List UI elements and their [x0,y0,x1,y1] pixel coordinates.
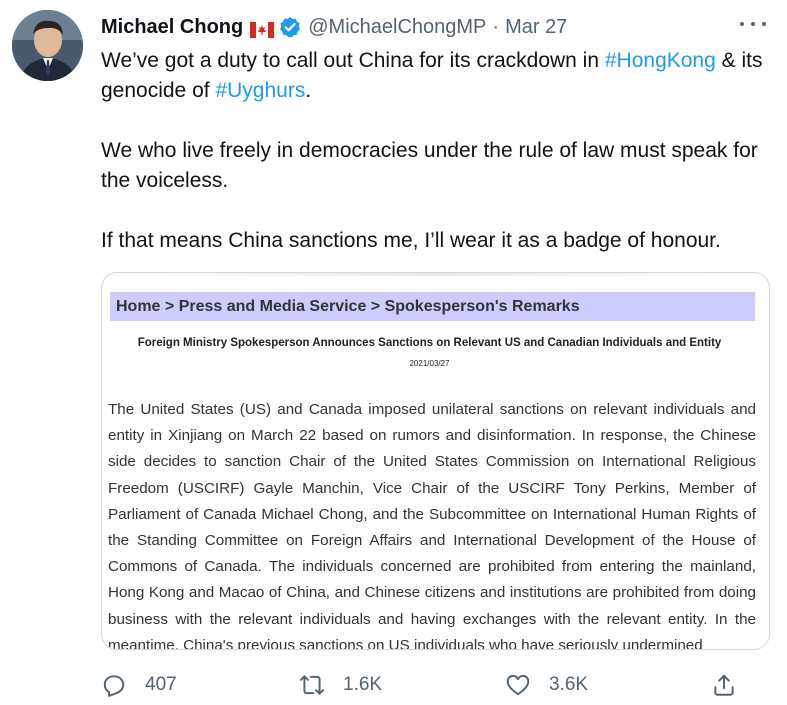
author-handle[interactable]: @MichaelChongMP [308,14,486,40]
tweet-paragraph-3: If that means China sanctions me, I’ll w… [101,229,721,252]
media-document-title: Foreign Ministry Spokesperson Announces … [137,337,722,349]
tweet-header: Michael Chong @MichaelChongMP · Mar 27 [101,12,567,42]
media-top-edge [102,273,769,276]
retweet-icon [299,675,325,695]
hashtag-hongkong-link[interactable]: #HongKong [605,49,716,72]
tweet-date[interactable]: Mar 27 [505,14,567,40]
reply-button[interactable]: 407 [101,668,177,702]
retweet-count: 1.6K [343,674,383,695]
share-icon [714,674,734,696]
tweet-paragraph-1: We’ve got a duty to call out China for i… [101,46,781,106]
reply-count: 407 [145,674,177,695]
tweet-media-image[interactable]: Home > Press and Media Service > Spokesp… [101,272,770,650]
canada-flag-icon [250,19,275,38]
like-count: 3.6K [549,674,589,695]
media-breadcrumb: Home > Press and Media Service > Spokesp… [110,292,755,321]
author-display-name[interactable]: Michael Chong [101,14,243,40]
avatar[interactable] [12,10,83,81]
share-button[interactable] [711,668,737,702]
tweet-actions: 407 1.6K 3.6K [101,668,741,702]
like-button[interactable]: 3.6K [505,668,588,702]
reply-icon [103,675,125,697]
media-document-body: The United States (US) and Canada impose… [108,401,756,650]
retweet-button[interactable]: 1.6K [299,668,382,702]
heart-icon [506,674,530,696]
more-options-icon[interactable] [740,16,766,32]
tweet-text-segment: We’ve got a duty to call out China for i… [101,49,605,72]
verified-badge-icon [279,16,301,38]
hashtag-uyghurs-link[interactable]: #Uyghurs [215,79,305,102]
media-document-date: 2021/03/27 [409,359,450,368]
tweet-text-segment: . [305,79,312,102]
tweet-paragraph-2: We who live freely in democracies under … [101,139,758,192]
tweet-text: We’ve got a duty to call out China for i… [101,46,781,256]
header-separator: · [492,16,500,38]
